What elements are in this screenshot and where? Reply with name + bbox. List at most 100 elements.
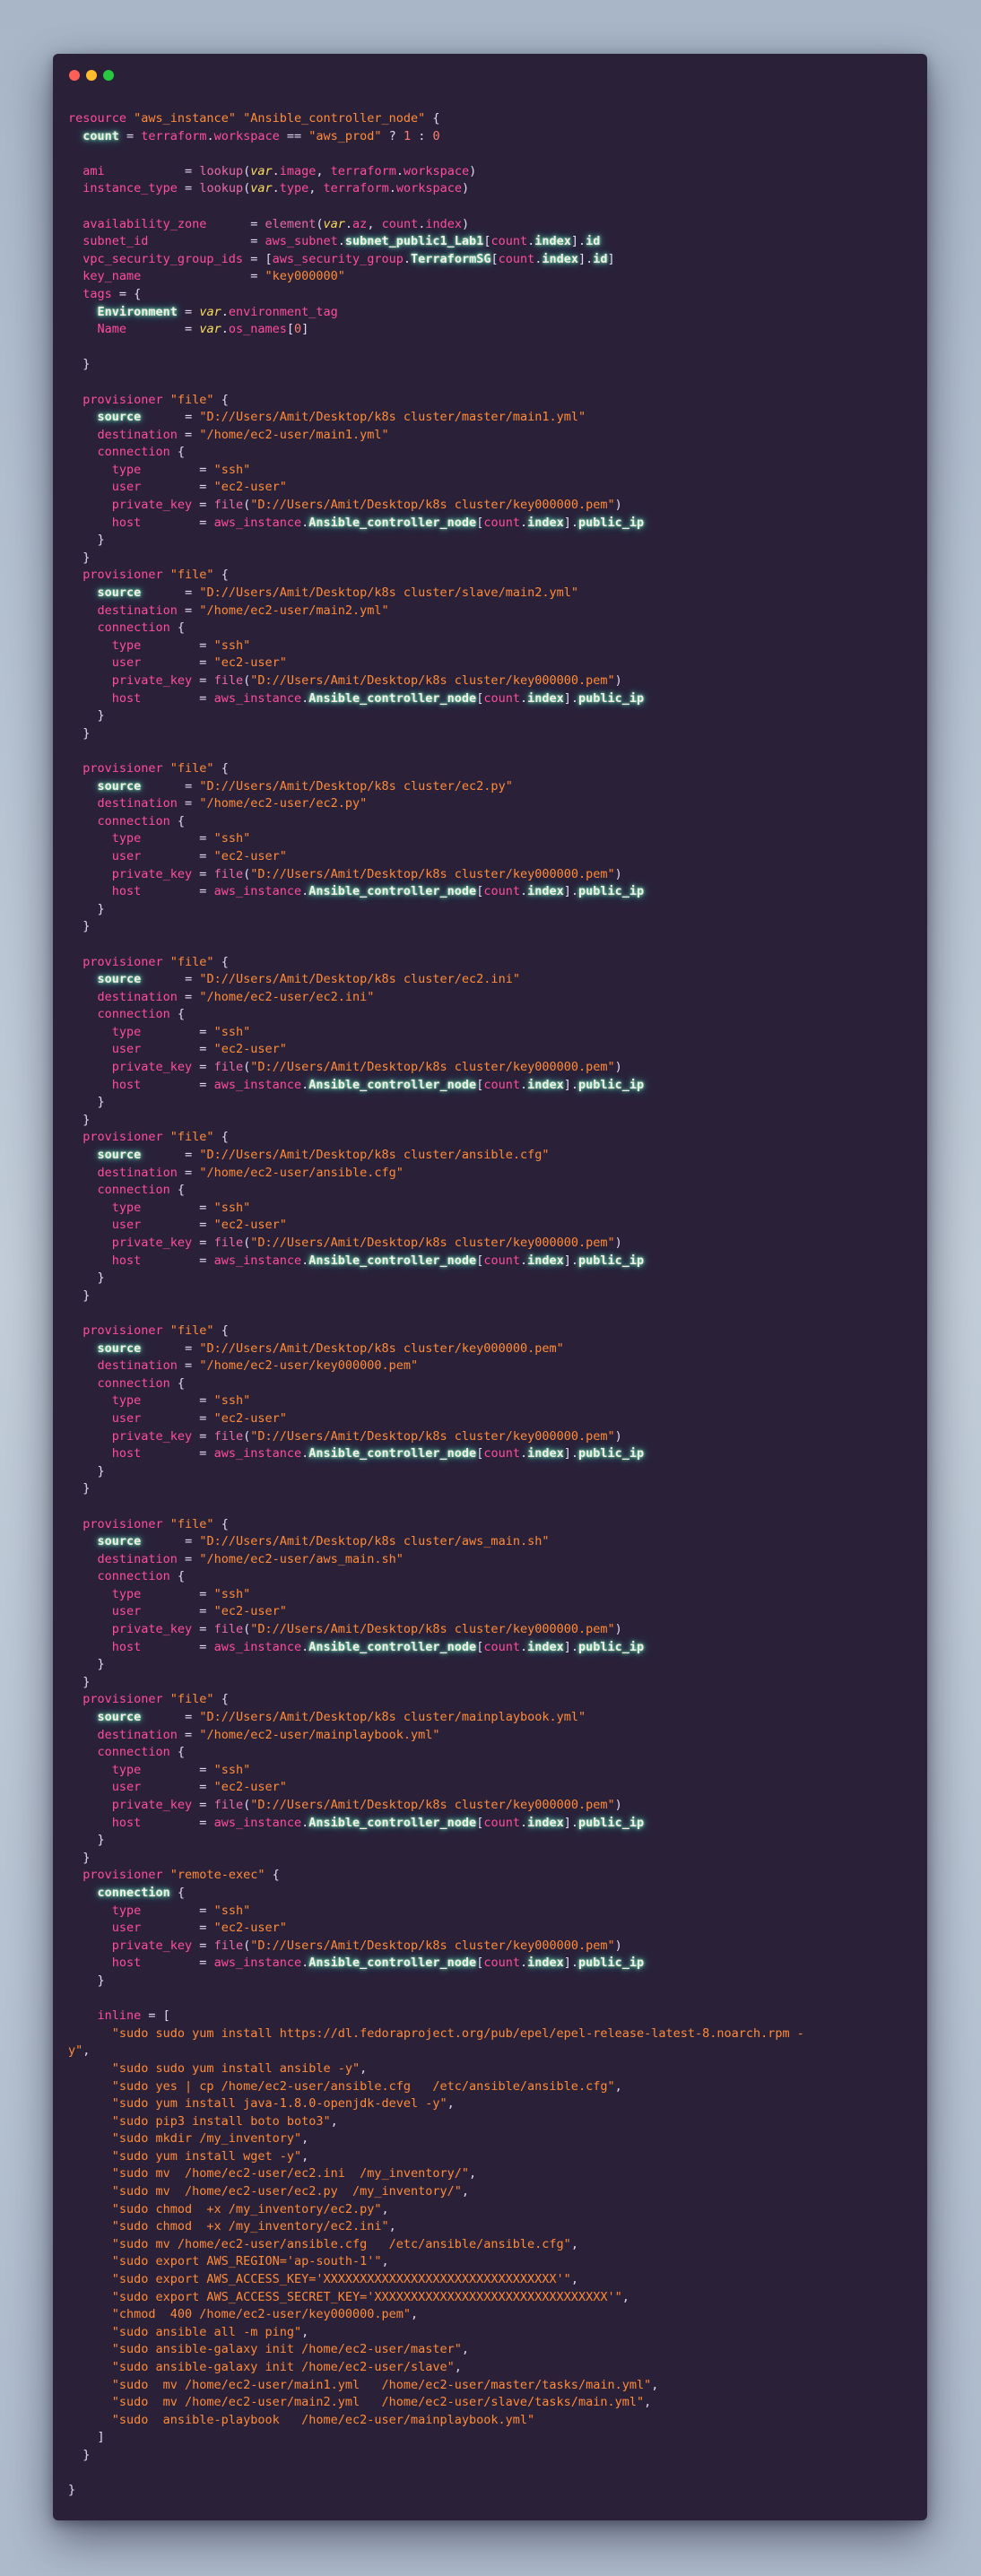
code-token: Ansible_controller_node — [308, 1815, 477, 1830]
code-token: "ssh" — [213, 462, 251, 477]
code-token: = — [141, 1903, 214, 1918]
code-token: count — [490, 234, 528, 249]
code-line: user = "ec2-user" — [68, 1603, 918, 1621]
code-token: { — [169, 1885, 186, 1900]
code-line: } — [68, 532, 918, 550]
code-token: connection — [68, 1375, 170, 1391]
code-token: inline — [68, 2008, 142, 2024]
code-token: host — [68, 1956, 142, 1971]
code-token: var — [199, 304, 221, 319]
code-token: host — [68, 690, 142, 706]
code-token: public_ip — [578, 1815, 645, 1830]
code-token: index — [542, 251, 579, 266]
code-line: type = "ssh" — [68, 1024, 918, 1042]
code-token: user — [68, 848, 142, 863]
code-line: vpc_security_group_ids = [aws_security_g… — [68, 251, 918, 269]
code-token: = — [141, 831, 214, 846]
code-token: "aws_prod" — [308, 128, 382, 143]
code-token: . — [403, 251, 412, 266]
code-token: destination — [68, 1727, 178, 1742]
code-token: source — [97, 410, 142, 425]
code-line: private_key = file("D://Users/Amit/Deskt… — [68, 497, 918, 515]
code-token: = — [141, 462, 214, 477]
code-token: aws_instance — [213, 1956, 302, 1971]
code-token: "Ansible_controller_node" — [243, 111, 426, 126]
code-line: "sudo pip3 install boto boto3", — [68, 2113, 918, 2131]
code-line: destination = "/home/ec2-user/ec2.ini" — [68, 989, 918, 1007]
code-token: ) — [462, 216, 470, 231]
code-line: user = "ec2-user" — [68, 1779, 918, 1797]
code-line: "sudo sudo yum install https://dl.fedora… — [68, 2025, 918, 2043]
code-line: } — [68, 2482, 918, 2500]
code-token: "D://Users/Amit/Desktop/k8s cluster/ansi… — [199, 1148, 550, 1163]
code-line: "sudo chmod +x /my_inventory/ec2.py", — [68, 2201, 918, 2219]
code-line: connection { — [68, 1006, 918, 1024]
code-token: user — [68, 655, 142, 671]
code-token: ]. — [563, 1253, 579, 1268]
code-token: "ec2-user" — [213, 1410, 287, 1426]
code-token: aws_subnet — [265, 234, 338, 249]
code-token: "sudo export AWS_REGION='ap-south-1'" — [68, 2254, 382, 2269]
code-token: "/home/ec2-user/ec2.py" — [199, 796, 368, 811]
code-line: inline = [ — [68, 2008, 918, 2025]
close-window-icon[interactable] — [69, 70, 80, 81]
code-token: } — [68, 1657, 105, 1672]
code-token: private_key — [68, 673, 193, 688]
code-line: type = "ssh" — [68, 1762, 918, 1780]
zoom-window-icon[interactable] — [103, 70, 114, 81]
code-line: "sudo export AWS_ACCESS_SECRET_KEY='XXXX… — [68, 2289, 918, 2307]
code-token: = — [177, 304, 200, 319]
code-line: resource "aws_instance" "Ansible_control… — [68, 110, 918, 128]
code-token: Ansible_controller_node — [308, 515, 477, 530]
code-token: "ec2-user" — [213, 655, 287, 671]
code-token: ) — [614, 673, 622, 688]
code-token: instance_type — [68, 181, 178, 196]
code-token: "D://Users/Amit/Desktop/k8s cluster/key0… — [250, 1060, 615, 1075]
code-window: resource "aws_instance" "Ansible_control… — [53, 54, 927, 2520]
code-token: provisioner — [68, 1516, 170, 1531]
code-token: ( — [243, 498, 251, 513]
code-token: { — [169, 620, 186, 636]
code-token: . — [221, 322, 229, 337]
code-token: file — [213, 1236, 244, 1250]
code-token: var — [250, 181, 273, 196]
code-token: az — [352, 216, 368, 231]
code-token: user — [68, 480, 142, 495]
code-token: source — [97, 585, 142, 601]
code-token: = — [192, 1236, 214, 1250]
code-line: host = aws_instance. Ansible_controller_n… — [68, 883, 918, 901]
code-token: index — [527, 884, 564, 899]
code-token: "ec2-user" — [213, 1604, 287, 1619]
code-token: count — [381, 216, 419, 231]
code-token: public_ip — [578, 515, 645, 530]
code-token: connection — [68, 1569, 170, 1584]
code-token: "sudo sudo yum install ansible -y" — [68, 2060, 360, 2076]
code-token: connection — [68, 620, 170, 636]
code-token: Ansible_controller_node — [308, 884, 477, 899]
code-line: Environment = var.environment_tag — [68, 304, 918, 322]
code-line: "sudo export AWS_REGION='ap-south-1'", — [68, 2253, 918, 2271]
code-token: } — [68, 533, 105, 548]
code-token: 0 — [432, 128, 440, 143]
code-token: = — [141, 1042, 214, 1057]
code-token: workspace — [213, 128, 280, 143]
code-token: [ — [490, 251, 499, 266]
code-token: resource — [68, 111, 135, 126]
code-token: : — [411, 128, 433, 143]
code-token: provisioner — [68, 1130, 170, 1145]
code-token: . — [519, 1253, 528, 1268]
code-token: = — [141, 1024, 214, 1039]
code-line: user = "ec2-user" — [68, 1410, 918, 1428]
code-token: private_key — [68, 1428, 193, 1444]
code-token: "file" — [169, 1323, 214, 1338]
code-token: type — [68, 1200, 142, 1215]
code-token: "/home/ec2-user/main2.yml" — [199, 603, 389, 618]
code-token: "D://Users/Amit/Desktop/k8s cluster/key0… — [250, 498, 615, 513]
code-line: "sudo sudo yum install ansible -y", — [68, 2060, 918, 2078]
code-token: } — [68, 1463, 105, 1479]
code-token: "ssh" — [213, 637, 251, 653]
code-token: . — [395, 163, 404, 178]
minimize-window-icon[interactable] — [86, 70, 97, 81]
